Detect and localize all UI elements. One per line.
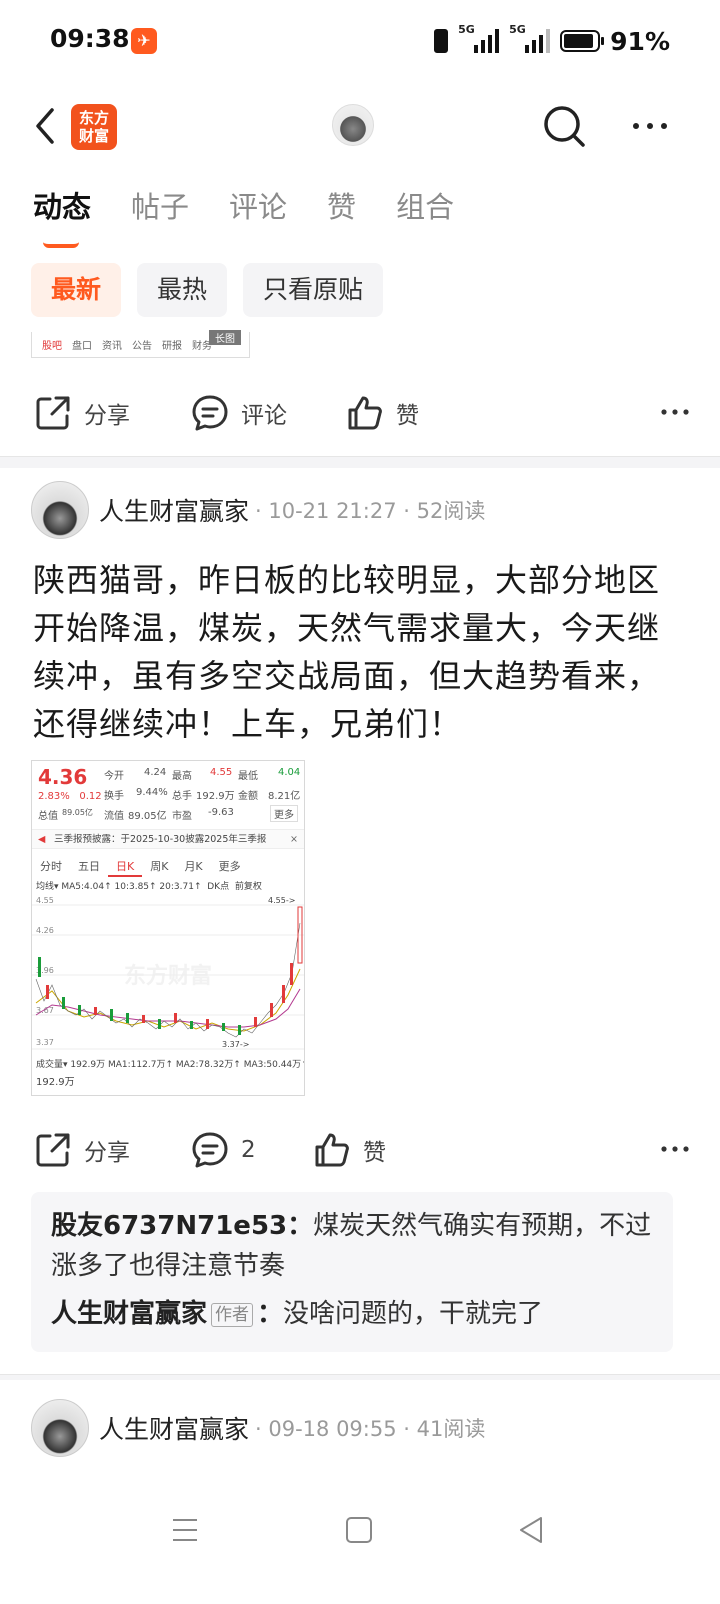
status-bar: 09:38 ✈ 5G 5G 91%	[0, 0, 720, 84]
stock-price: 4.36	[38, 765, 88, 789]
status-time: 09:38	[50, 24, 130, 53]
search-icon[interactable]	[542, 104, 586, 148]
kline-chart: 东方财富 4.55 4.26 3.96 3.67 3.37 4.55-> 3.3…	[32, 896, 304, 1050]
user-avatar[interactable]	[332, 104, 374, 146]
tab-bar: 动态 帖子 评论 赞 组合	[33, 186, 494, 248]
comment-user: 股友6737N71e53	[51, 1211, 288, 1241]
back-nav-icon[interactable]	[511, 1510, 551, 1550]
filter-original-only[interactable]: 只看原贴	[243, 263, 384, 317]
svg-text:4.55: 4.55	[36, 896, 54, 905]
top-nav: 东方 财富	[0, 96, 720, 156]
signal-icon-2: 5G	[509, 23, 551, 53]
notification-app-icon: ✈	[131, 28, 157, 54]
post-actions-2: 分享 2 赞	[0, 1121, 720, 1181]
system-nav-bar	[0, 1470, 720, 1604]
section-divider-2	[0, 1374, 720, 1380]
post2-header: 人生财富赢家 · 09-18 09:55 · 41阅读	[31, 1398, 691, 1458]
thumbs-up-icon	[348, 396, 382, 430]
tab-dynamic[interactable]: 动态	[33, 186, 91, 248]
volume-value: 192.9万	[36, 1077, 75, 1088]
report-notice: ◀ 三季报预披露：于2025-10-30披露2025年三季报 ×	[32, 829, 304, 849]
share-button[interactable]: 分享	[34, 394, 130, 432]
post-more-icon-2[interactable]	[660, 1139, 690, 1159]
svg-text:3.37: 3.37	[36, 1038, 54, 1047]
eastmoney-logo[interactable]: 东方 财富	[71, 104, 117, 150]
menu-icon[interactable]	[165, 1510, 205, 1550]
comment-user: 人生财富赢家	[51, 1299, 208, 1329]
stock-change: 2.83% 0.12	[38, 791, 102, 802]
share-icon	[36, 396, 70, 430]
ma-line-label: 均线▾ MA5:4.04↑ 10:3.85↑ 20:3.71↑ DK点 前复权	[36, 882, 262, 892]
chart-watermark: 东方财富	[124, 963, 212, 989]
comment-preview[interactable]: 股友6737N71e53：煤炭天然气确实有预期，不过涨多了也得注意节奏 人生财富…	[31, 1192, 673, 1352]
tab-comments[interactable]: 评论	[229, 186, 287, 236]
svg-text:4.55->: 4.55->	[268, 896, 295, 905]
battery-percent: 91%	[610, 26, 670, 56]
comment-icon	[192, 395, 228, 431]
stock-chart-image[interactable]: 4.36 2.83% 0.12 今开 4.24 最高 4.55 最低 4.04 …	[31, 760, 305, 1096]
filter-latest[interactable]: 最新	[31, 263, 122, 317]
post-header: 人生财富赢家 · 10-21 21:27 · 52阅读	[31, 480, 691, 540]
like-button[interactable]: 赞	[346, 394, 419, 432]
share-button-2[interactable]: 分享	[34, 1131, 130, 1169]
volume-label: 成交量▾ 192.9万 MA1:112.7万↑ MA2:78.32万↑ MA3:…	[36, 1060, 305, 1070]
author-name-2[interactable]: 人生财富赢家	[99, 1410, 249, 1446]
tab-portfolio[interactable]: 组合	[396, 186, 454, 236]
comment-icon	[192, 1132, 228, 1168]
author-avatar[interactable]	[31, 481, 89, 539]
post-actions-1: 分享 评论 赞	[0, 384, 720, 444]
filter-hot[interactable]: 最热	[137, 263, 228, 317]
post-more-icon[interactable]	[660, 402, 690, 422]
previous-post-image[interactable]: 股吧 盘口 资讯 公告 研报 财务 长图	[31, 330, 250, 358]
share-icon	[36, 1133, 70, 1167]
home-icon[interactable]	[339, 1510, 379, 1550]
comment-button[interactable]: 评论	[191, 394, 287, 432]
vibrate-icon	[434, 29, 449, 53]
thumbs-up-icon	[315, 1133, 349, 1167]
comment-item: 股友6737N71e53：煤炭天然气确实有预期，不过涨多了也得注意节奏	[51, 1211, 652, 1281]
long-image-tag: 长图	[209, 330, 241, 345]
post-body[interactable]: 陕西猫哥，昨日板的比较明显，大部分地区开始降温，煤炭，天然气需求量大，今天继续冲…	[33, 556, 673, 748]
battery-icon	[560, 30, 605, 52]
comment-button-2[interactable]: 2	[191, 1131, 256, 1169]
author-name[interactable]: 人生财富赢家	[99, 492, 249, 528]
back-icon[interactable]	[30, 104, 60, 148]
tab-underline	[43, 242, 79, 248]
author-avatar-2[interactable]	[31, 1399, 89, 1457]
post-meta: · 10-21 21:27 · 52阅读	[255, 499, 486, 523]
comment-item: 人生财富赢家 作者 ：没啥问题的，干就完了	[51, 1299, 544, 1329]
author-tag: 作者	[211, 1302, 254, 1327]
svg-text:4.26: 4.26	[36, 926, 54, 935]
period-tabs: 分时 五日 日K 周K 月K 更多	[32, 853, 304, 877]
signal-icon: 5G	[458, 23, 500, 53]
filter-chips: 最新 最热 只看原贴	[31, 263, 384, 317]
more-icon[interactable]	[630, 106, 670, 146]
svg-text:3.37->: 3.37->	[222, 1040, 249, 1049]
tab-posts[interactable]: 帖子	[131, 186, 189, 236]
like-button-2[interactable]: 赞	[313, 1131, 386, 1169]
tab-likes[interactable]: 赞	[327, 186, 356, 236]
post2-meta: · 09-18 09:55 · 41阅读	[255, 1417, 486, 1441]
section-divider	[0, 456, 720, 468]
